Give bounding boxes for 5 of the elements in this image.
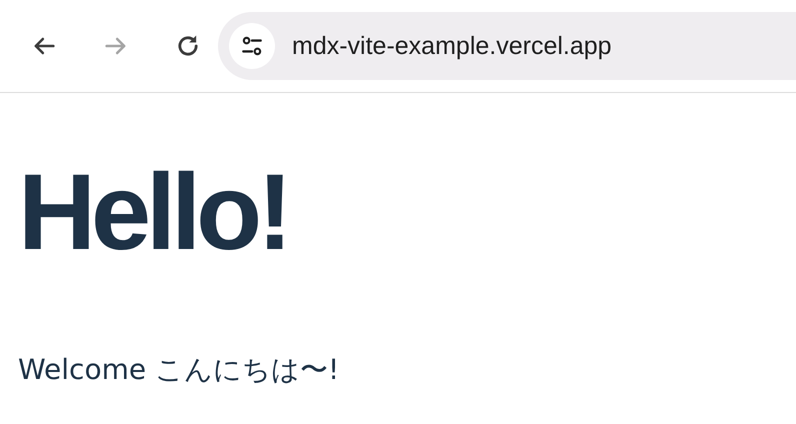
address-bar[interactable]: mdx-vite-example.vercel.app (218, 12, 796, 80)
site-settings-icon[interactable] (229, 23, 275, 69)
url-text: mdx-vite-example.vercel.app (292, 32, 612, 60)
welcome-text: Welcome こんにちは〜! (18, 353, 340, 387)
page-heading: Hello! (18, 158, 290, 266)
